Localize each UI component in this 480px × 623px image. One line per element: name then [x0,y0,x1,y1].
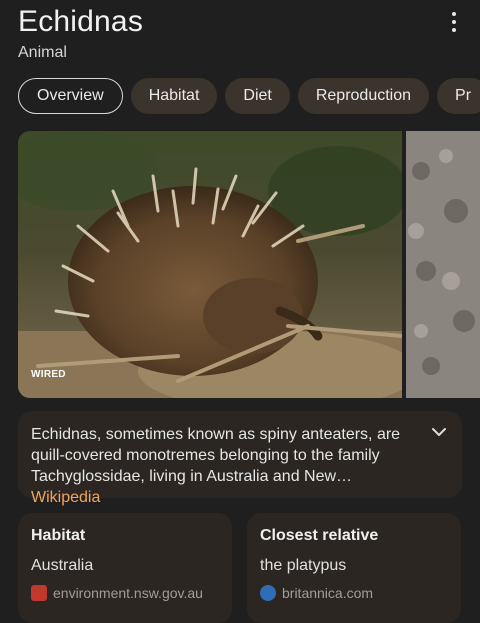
card-heading: Habitat [31,527,86,544]
tab-reproduction[interactable]: Reproduction [297,78,430,114]
britannica-favicon-icon [260,585,276,601]
closest-relative-card[interactable]: Closest relative the platypus britannica… [247,513,461,623]
more-options-icon[interactable] [444,10,464,34]
chevron-down-icon[interactable] [432,427,446,437]
tab-overview[interactable]: Overview [18,78,123,114]
card-value: the platypus [260,557,347,574]
tab-bar: Overview Habitat Diet Reproduction Pr [18,78,480,114]
echidna-image[interactable]: WIRED [18,131,402,398]
card-source[interactable]: britannica.com [282,585,373,601]
page-subtitle: Animal [18,44,67,61]
nsw-favicon-icon [31,585,47,601]
habitat-card[interactable]: Habitat Australia environment.nsw.gov.au [18,513,232,623]
description-text: Echidnas, sometimes known as spiny antea… [31,426,401,485]
page-title: Echidnas [18,5,144,38]
tab-partial[interactable]: Pr [437,78,480,114]
card-heading: Closest relative [260,527,379,544]
card-source[interactable]: environment.nsw.gov.au [53,585,203,601]
card-value: Australia [31,557,94,574]
image-credit: WIRED [31,369,66,380]
wikipedia-link[interactable]: Wikipedia [31,489,100,506]
second-image[interactable] [406,131,480,398]
tab-diet[interactable]: Diet [225,78,290,114]
description-card[interactable]: Echidnas, sometimes known as spiny antea… [18,411,462,506]
tab-habitat[interactable]: Habitat [130,78,218,114]
